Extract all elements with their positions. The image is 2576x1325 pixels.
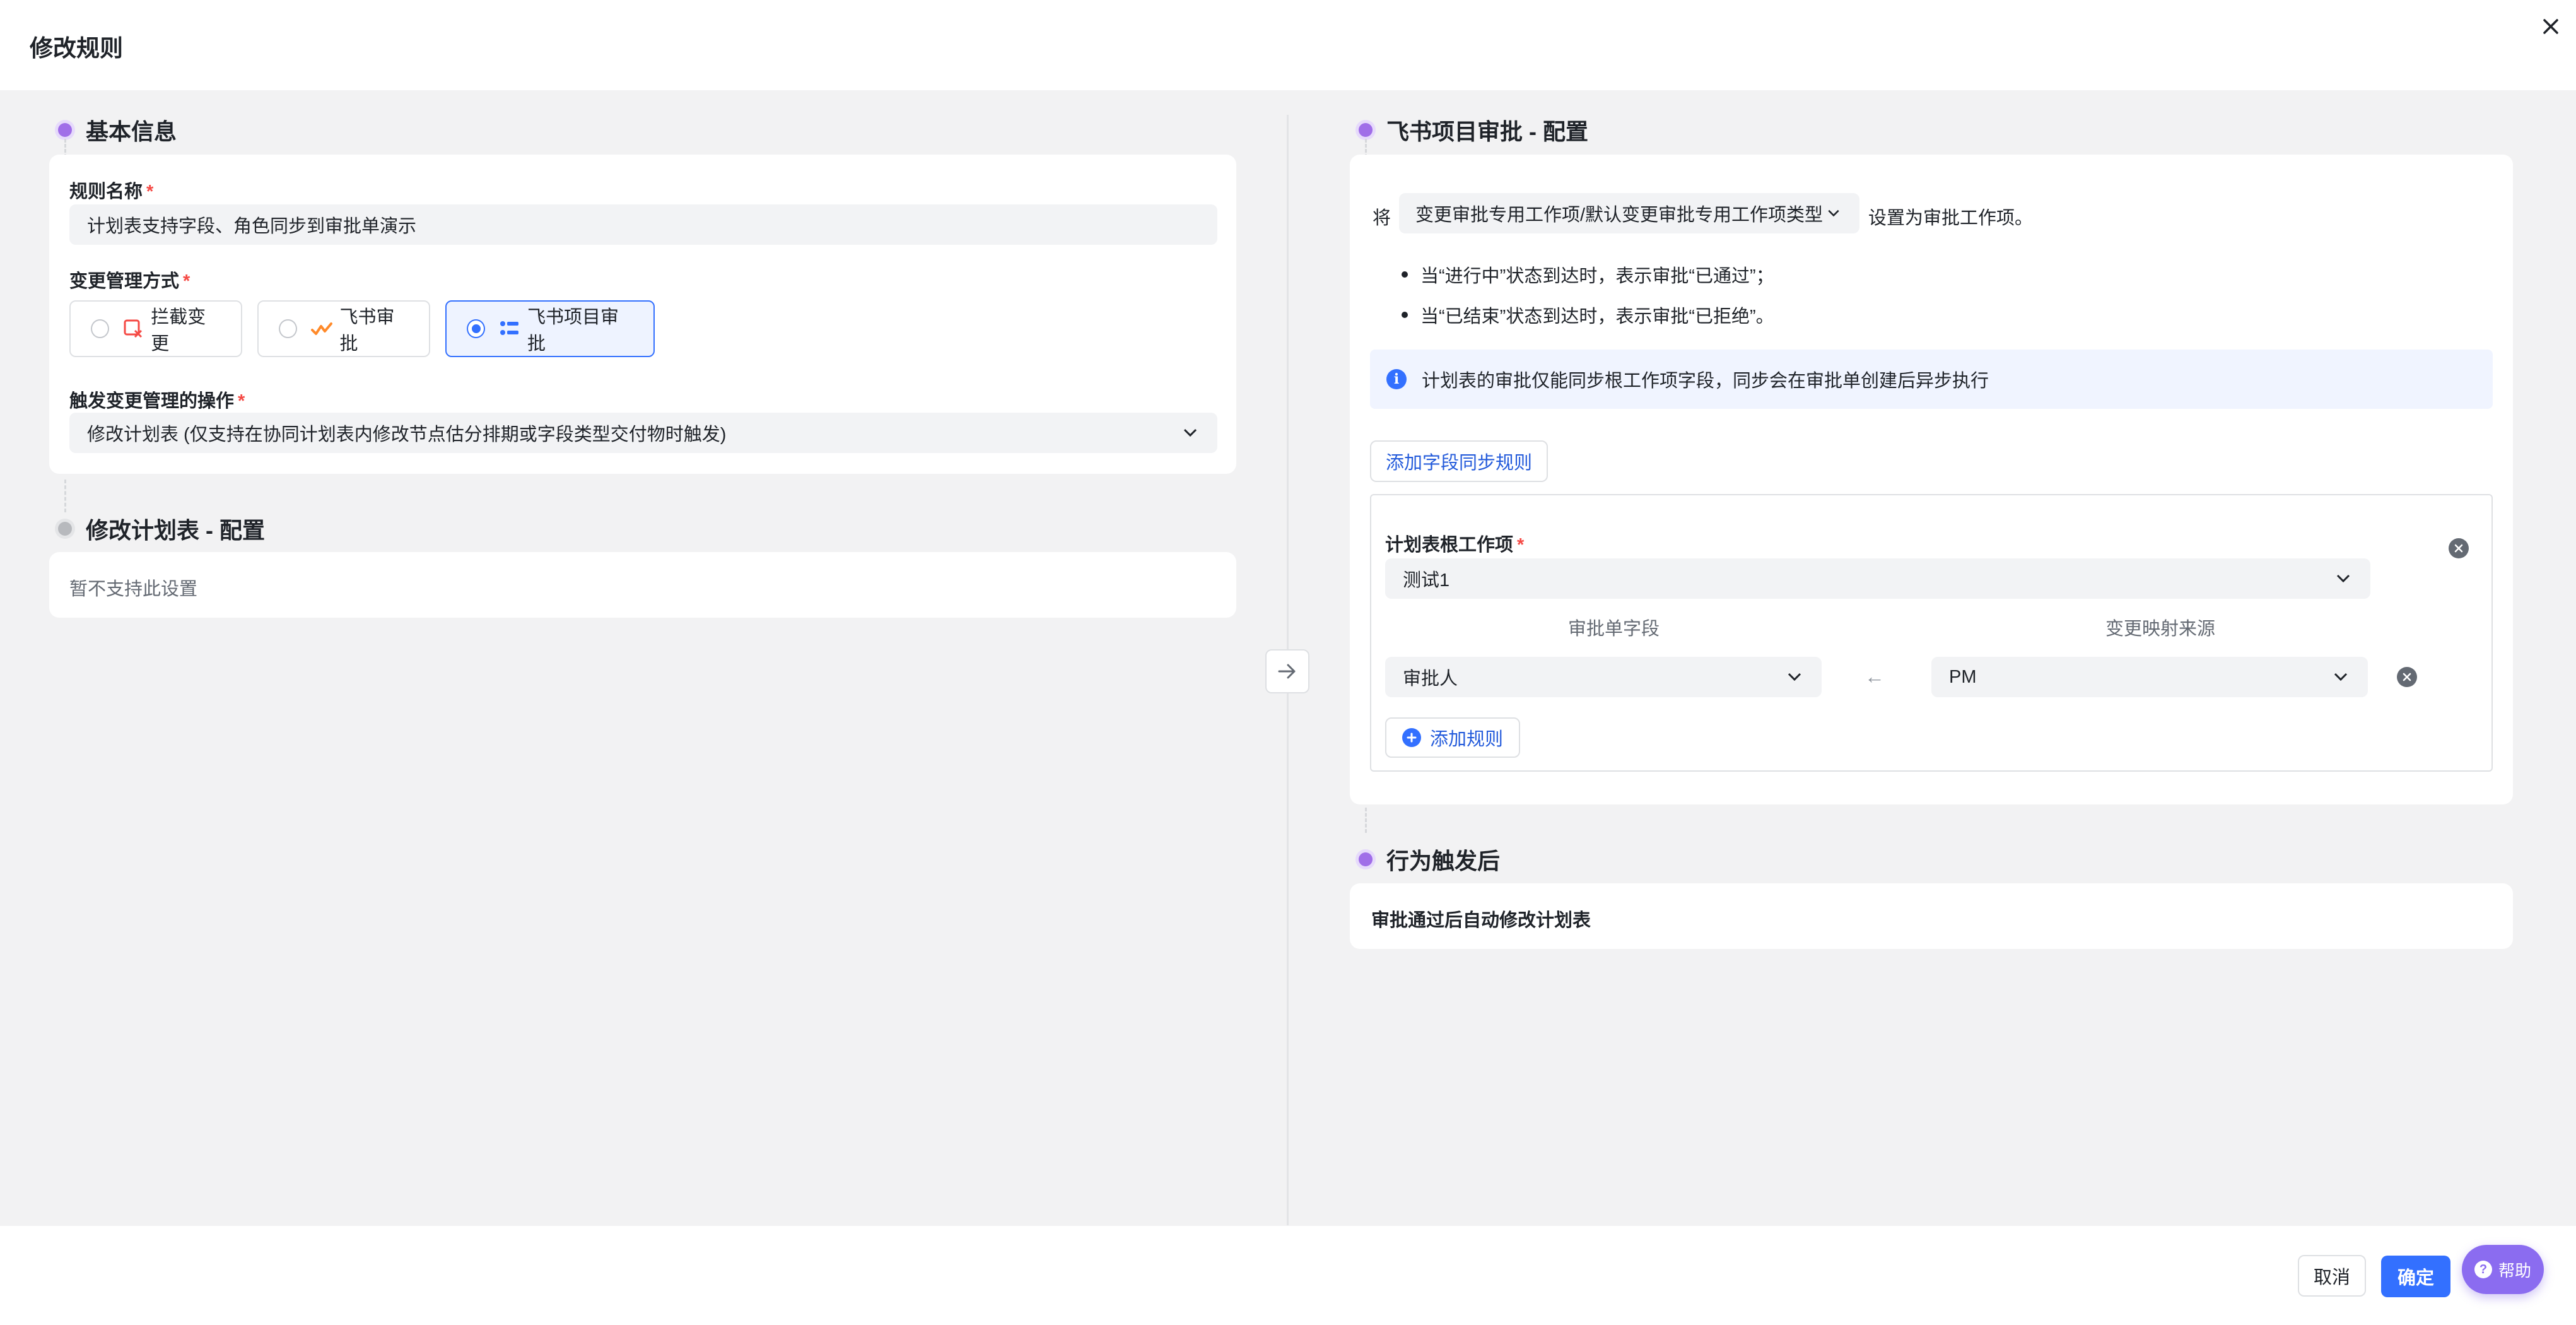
arrow-right-icon[interactable]: [1265, 649, 1309, 693]
plan-config-note: 暂不支持此设置: [69, 579, 198, 599]
section-title: 修改计划表 - 配置: [86, 517, 265, 543]
confirm-button[interactable]: 确定: [2381, 1256, 2450, 1297]
modal-footer: [0, 1226, 2576, 1325]
section-title: 行为触发后: [1386, 848, 1501, 874]
modal-title: 修改规则: [30, 35, 123, 61]
section-basic-info: 基本信息: [58, 114, 177, 146]
prefix-text: 将: [1373, 208, 1391, 228]
chevron-down-icon: [1181, 423, 1200, 442]
trigger-label: 触发变更管理的操作 *: [69, 391, 245, 411]
step-connector: [1365, 808, 1367, 833]
help-icon: ?: [2474, 1261, 2492, 1278]
remove-rule-icon[interactable]: [2449, 538, 2469, 558]
state-rule-rejected: 当“已结束”状态到达时，表示审批“已拒绝”。: [1402, 302, 1774, 328]
sync-rule-box: [1370, 494, 2493, 772]
section-title: 飞书项目审批 - 配置: [1386, 119, 1588, 144]
column-header-source: 变更映射来源: [2105, 619, 2216, 639]
mapping-arrow: ←: [1865, 665, 1885, 688]
section-after-trigger: 行为触发后: [1359, 843, 1500, 876]
option-feishu-project-approval[interactable]: 飞书项目审批: [445, 300, 655, 357]
radio-icon: [279, 319, 297, 338]
mode-label: 变更管理方式 *: [69, 271, 190, 292]
column-header-field: 审批单字段: [1568, 619, 1660, 639]
mapping-source-select[interactable]: PM: [1931, 657, 2368, 697]
suffix-text: 设置为审批工作项。: [1868, 208, 2034, 228]
chevron-down-icon: [2334, 569, 2353, 588]
feishu-approval-icon: [310, 318, 332, 339]
plan-config-card: [49, 552, 1236, 618]
help-button[interactable]: ? 帮助: [2462, 1245, 2544, 1294]
radio-icon: [91, 319, 109, 338]
section-approval-config: 飞书项目审批 - 配置: [1359, 114, 1588, 146]
close-icon[interactable]: [2538, 14, 2563, 39]
state-rule-approved: 当“进行中”状态到达时，表示审批“已通过”；: [1402, 261, 1774, 288]
work-item-type-select[interactable]: 变更审批专用工作项/默认变更审批专用工作项类型: [1399, 193, 1859, 233]
rule-name-input[interactable]: 计划表支持字段、角色同步到审批单演示: [69, 204, 1217, 245]
remove-mapping-icon[interactable]: [2397, 667, 2417, 687]
section-plan-config: 修改计划表 - 配置: [58, 512, 265, 545]
step-dot-icon: [1359, 852, 1373, 866]
chevron-down-icon: [1785, 668, 1804, 686]
root-item-select[interactable]: 测试1: [1385, 558, 2370, 599]
cancel-button[interactable]: 取消: [2298, 1255, 2366, 1297]
step-dot-icon: [58, 522, 72, 536]
list-icon: [499, 318, 520, 339]
info-banner: i 计划表的审批仅能同步根工作项字段，同步会在审批单创建后异步执行: [1370, 350, 2493, 409]
add-rule-button[interactable]: 添加规则: [1385, 717, 1520, 758]
rule-name-label: 规则名称 *: [69, 182, 154, 202]
step-dot-icon: [1359, 123, 1373, 137]
modal-header: [0, 0, 2576, 90]
add-field-sync-rule-button[interactable]: 添加字段同步规则: [1370, 440, 1548, 482]
option-feishu-approval[interactable]: 飞书审批: [257, 300, 430, 357]
section-title: 基本信息: [86, 119, 177, 144]
info-icon: i: [1386, 369, 1407, 389]
radio-icon: [467, 319, 486, 338]
step-connector: [64, 480, 66, 512]
approval-field-select[interactable]: 审批人: [1385, 657, 1822, 697]
chevron-down-icon: [1824, 204, 1843, 223]
plus-circle-icon: [1402, 728, 1421, 747]
after-trigger-text: 审批通过后自动修改计划表: [1371, 910, 1591, 931]
root-item-label: 计划表根工作项 *: [1385, 535, 1525, 555]
option-intercept-change[interactable]: 拦截变更: [69, 300, 242, 357]
intercept-icon: [123, 318, 143, 339]
step-dot-icon: [58, 123, 72, 137]
chevron-down-icon: [2331, 668, 2350, 686]
trigger-select[interactable]: 修改计划表 (仅支持在协同计划表内修改节点估分排期或字段类型交付物时触发): [69, 413, 1217, 453]
